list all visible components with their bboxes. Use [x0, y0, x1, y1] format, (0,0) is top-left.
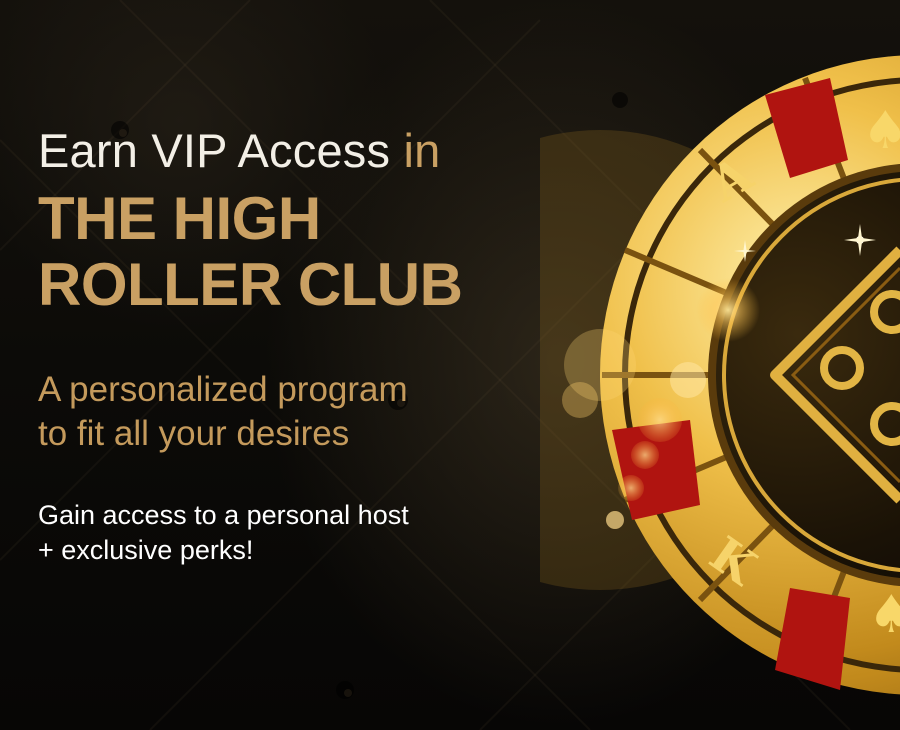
headline-connector-text: in: [403, 124, 441, 177]
headline-lead: Earn VIP Access in: [38, 122, 558, 180]
subheadline-line-1: A personalized program: [38, 370, 408, 409]
spade-icon: ♠: [862, 101, 900, 161]
headline-block: Earn VIP Access in THE HIGH ROLLER CLUB: [38, 122, 558, 318]
headline-lead-text: Earn VIP Access: [38, 124, 391, 177]
perks-text: Gain access to a personal host + exclusi…: [38, 498, 538, 568]
club-title-line-2: ROLLER CLUB: [38, 251, 463, 318]
subheadline: A personalized program to fit all your d…: [38, 368, 558, 456]
vip-promo-banner[interactable]: A K ♠ ♠ Earn VIP Access in THE HIGH ROLL…: [0, 0, 900, 730]
subheadline-line-2: to fit all your desires: [38, 414, 350, 453]
club-title: THE HIGH ROLLER CLUB: [38, 186, 558, 318]
club-title-line-1: THE HIGH: [38, 185, 321, 252]
perks-line-1: Gain access to a personal host: [38, 500, 409, 530]
casino-chip-icon: A K ♠ ♠: [540, 55, 900, 695]
perks-line-2: + exclusive perks!: [38, 535, 254, 565]
spade-icon: ♠: [868, 585, 900, 645]
